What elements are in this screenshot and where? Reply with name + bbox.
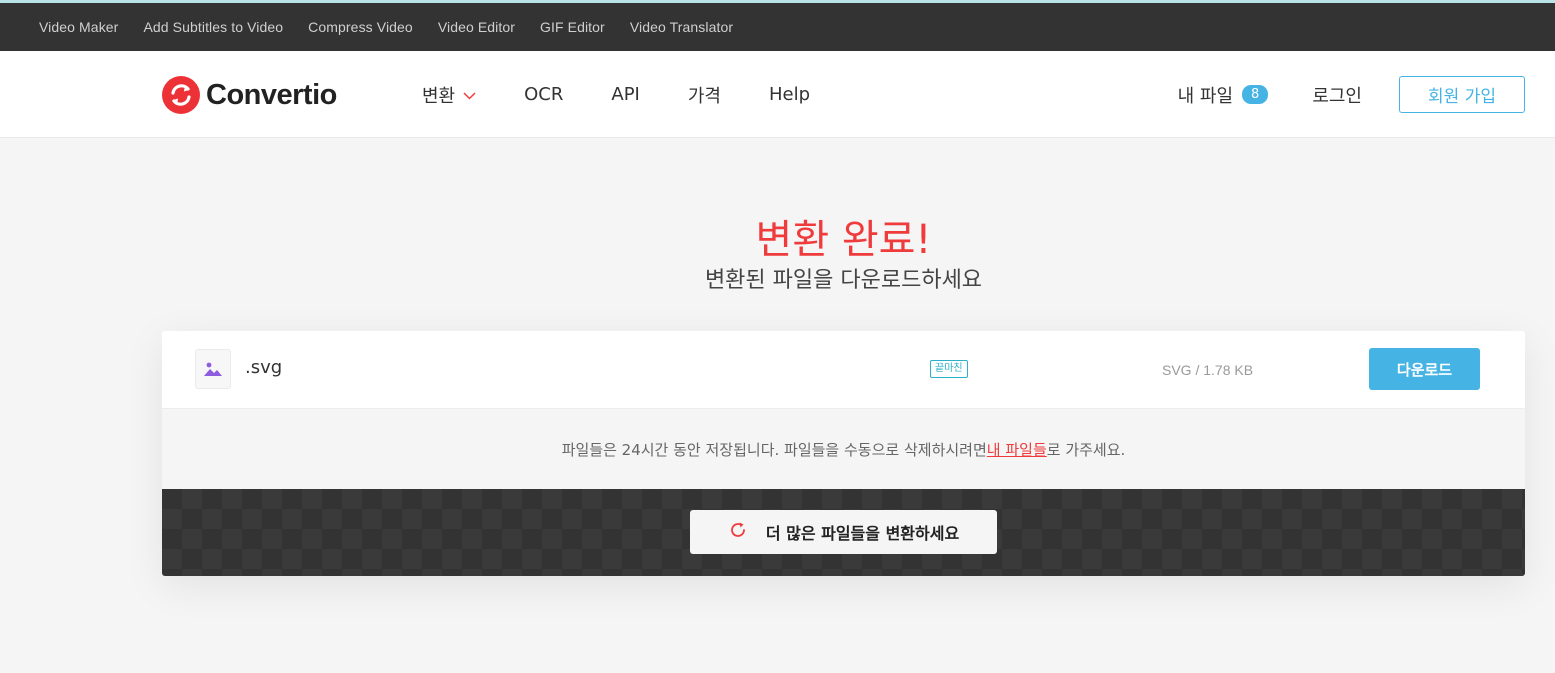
convert-more-button[interactable]: 더 많은 파일들을 변환하세요 [690, 510, 997, 554]
download-button[interactable]: 다운로드 [1369, 348, 1480, 390]
nav-item-pricing[interactable]: 가격 [688, 82, 721, 108]
topbar-link-video-maker[interactable]: Video Maker [39, 19, 118, 35]
nav-item-convert[interactable]: 변환 [422, 82, 476, 108]
top-bar: Video Maker Add Subtitles to Video Compr… [0, 3, 1555, 51]
topbar-link-compress-video[interactable]: Compress Video [308, 19, 413, 35]
storage-note: 파일들은 24시간 동안 저장됩니다. 파일들을 수동으로 삭제하시려면 내 파… [162, 409, 1525, 489]
nav-convert-label: 변환 [422, 85, 456, 107]
main-header: Convertio 변환 OCR API 가격 Help 내 파일 8 로그인 … [0, 51, 1555, 138]
topbar-link-add-subtitles[interactable]: Add Subtitles to Video [143, 19, 283, 35]
logo-text: Convertio [206, 78, 337, 111]
status-badge: 끝마친 [930, 360, 968, 378]
signup-button[interactable]: 회원 가입 [1399, 76, 1525, 113]
storage-note-text-end: 로 가주세요. [1046, 440, 1126, 459]
my-files-link[interactable]: 내 파일 8 [1178, 82, 1269, 108]
nav-item-help[interactable]: Help [769, 84, 810, 105]
conversion-complete-subtitle: 변환된 파일을 다운로드하세요 [704, 268, 983, 293]
conversion-complete-title: 변환 완료! [755, 217, 932, 263]
image-file-icon [195, 349, 231, 389]
topbar-link-gif-editor[interactable]: GIF Editor [540, 19, 605, 35]
convert-more-section: 더 많은 파일들을 변환하세요 [162, 489, 1525, 576]
topbar-link-video-editor[interactable]: Video Editor [438, 19, 515, 35]
main-nav: 변환 OCR API 가격 Help [422, 51, 858, 138]
file-row: .svg 끝마친 SVG / 1.78 KB 다운로드 [162, 331, 1525, 409]
logo-icon [162, 76, 200, 114]
file-name: .svg [245, 357, 283, 378]
chevron-down-icon [463, 84, 476, 105]
result-card: .svg 끝마친 SVG / 1.78 KB 다운로드 파일들은 24시간 동안… [162, 331, 1525, 576]
logo[interactable]: Convertio [162, 76, 337, 114]
login-link[interactable]: 로그인 [1312, 82, 1362, 108]
file-size: SVG / 1.78 KB [1162, 362, 1254, 378]
nav-item-ocr[interactable]: OCR [524, 84, 563, 105]
my-files-inline-link[interactable]: 내 파일들 [987, 439, 1047, 460]
refresh-icon [728, 520, 748, 544]
my-files-label: 내 파일 [1177, 85, 1234, 107]
storage-note-text: 파일들은 24시간 동안 저장됩니다. 파일들을 수동으로 삭제하시려면 [561, 440, 987, 459]
convert-more-label: 더 많은 파일들을 변환하세요 [765, 524, 960, 543]
topbar-link-video-translator[interactable]: Video Translator [630, 19, 733, 35]
my-files-count-badge: 8 [1242, 85, 1269, 104]
nav-item-api[interactable]: API [611, 84, 639, 105]
header-actions: 내 파일 8 로그인 회원 가입 [1178, 51, 1525, 138]
